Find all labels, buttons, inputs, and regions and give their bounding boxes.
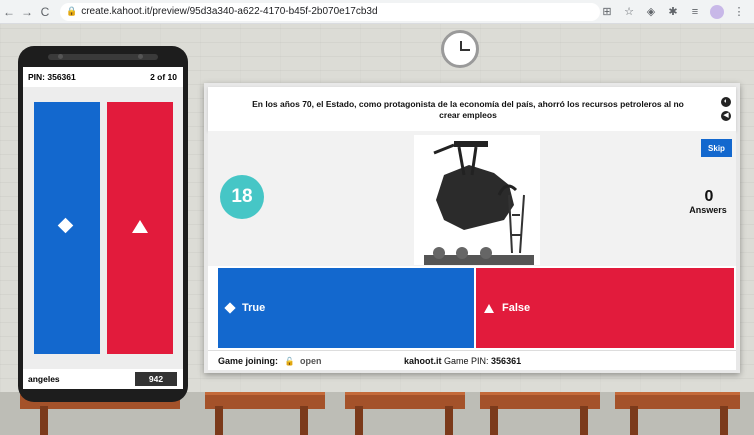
wall-clock-icon bbox=[441, 30, 479, 68]
answer-true-button[interactable]: True bbox=[218, 268, 474, 348]
question-bar: En los años 70, el Estado, como protagon… bbox=[208, 87, 736, 131]
phone-header: PIN: 356361 2 of 10 bbox=[23, 67, 183, 87]
triangle-icon bbox=[132, 220, 148, 233]
skip-button[interactable]: Skip bbox=[701, 139, 732, 157]
triangle-icon bbox=[484, 303, 494, 313]
phone-pin: PIN: 356361 bbox=[28, 72, 76, 82]
settings-icon[interactable]: ◐ bbox=[721, 97, 731, 107]
answer-label: False bbox=[502, 302, 531, 314]
sound-icon[interactable]: ◀ bbox=[721, 111, 731, 121]
phone-footer: angeles 942 bbox=[23, 369, 183, 389]
answer-label: True bbox=[242, 302, 266, 314]
answers-label: Answers bbox=[689, 205, 727, 215]
oil-pump-map-image bbox=[414, 135, 540, 265]
game-area: Skip 18 0 Answers bbox=[208, 131, 736, 266]
pin-label: Game PIN: bbox=[444, 356, 489, 366]
extension-icon[interactable]: ◈ bbox=[644, 5, 658, 18]
desk-leg bbox=[300, 406, 308, 435]
phone-screen: PIN: 356361 2 of 10 angeles 942 bbox=[23, 67, 183, 389]
back-icon[interactable]: ← bbox=[0, 5, 18, 19]
sensor-icon bbox=[138, 54, 143, 59]
url-text: create.kahoot.it/preview/95d3a340-a622-4… bbox=[81, 6, 378, 17]
lock-icon: 🔒 bbox=[66, 6, 78, 16]
desk-leg bbox=[40, 406, 48, 435]
reading-list-icon[interactable]: ≡ bbox=[688, 6, 702, 18]
answers-count: 0 bbox=[704, 188, 714, 205]
countdown-timer: 18 bbox=[220, 175, 264, 219]
game-board: En los años 70, el Estado, como protagon… bbox=[204, 83, 740, 373]
game-pin-info: kahoot.it Game PIN: 356361 bbox=[404, 356, 521, 366]
phone-preview: PIN: 356361 2 of 10 angeles 942 bbox=[18, 46, 188, 402]
question-text: En los años 70, el Estado, como protagon… bbox=[252, 99, 684, 120]
phone-answer-true[interactable] bbox=[34, 102, 100, 354]
game-footer: Game joining: 🔓 open kahoot.it Game PIN:… bbox=[208, 350, 736, 370]
desk-leg bbox=[215, 406, 223, 435]
camera-icon bbox=[58, 54, 63, 59]
desk-leg bbox=[490, 406, 498, 435]
desk-leg bbox=[720, 406, 728, 435]
browser-toolbar: ← → C 🔒 create.kahoot.it/preview/95d3a34… bbox=[0, 0, 754, 24]
desk-leg bbox=[445, 406, 453, 435]
question-counter: 2 of 10 bbox=[150, 72, 177, 82]
player-score: 942 bbox=[135, 372, 177, 386]
extension-area: ⊞ ☆ ◈ ✱ ≡ ⋮ bbox=[600, 4, 754, 19]
phone-answer-false[interactable] bbox=[107, 102, 173, 354]
question-image bbox=[414, 135, 540, 265]
forward-icon[interactable]: → bbox=[18, 5, 36, 19]
pin-value: 356361 bbox=[491, 356, 522, 366]
brand-url: kahoot.it bbox=[404, 356, 442, 366]
answer-false-button[interactable]: False bbox=[476, 268, 734, 348]
game-joining-label: Game joining: bbox=[218, 356, 279, 366]
player-name: angeles bbox=[28, 374, 60, 384]
desk-leg bbox=[355, 406, 363, 435]
diamond-icon bbox=[224, 302, 236, 314]
diamond-icon bbox=[57, 217, 74, 234]
joining-status: open bbox=[300, 356, 322, 366]
profile-avatar[interactable] bbox=[710, 4, 724, 19]
desk-leg bbox=[580, 406, 588, 435]
address-bar[interactable]: 🔒 create.kahoot.it/preview/95d3a340-a622… bbox=[60, 2, 600, 21]
menu-icon[interactable]: ⋮ bbox=[732, 5, 746, 18]
game-joining: Game joining: 🔓 open bbox=[218, 356, 322, 366]
desk-leg bbox=[630, 406, 638, 435]
bookmark-star-icon[interactable]: ☆ bbox=[622, 5, 636, 18]
translate-icon[interactable]: ⊞ bbox=[600, 5, 614, 18]
puzzle-icon[interactable]: ✱ bbox=[666, 5, 680, 18]
reload-icon[interactable]: C bbox=[36, 5, 54, 19]
unlock-icon[interactable]: 🔓 bbox=[285, 357, 295, 366]
